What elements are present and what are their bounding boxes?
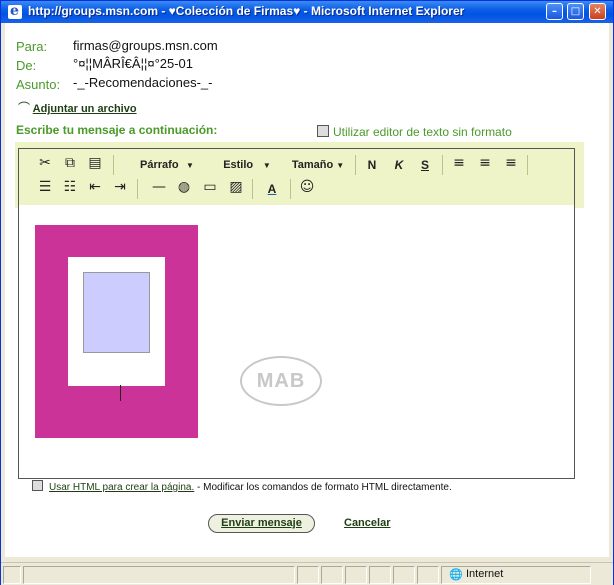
align-right-icon[interactable]: ≡	[502, 155, 520, 175]
italic-button[interactable]: K	[390, 155, 408, 175]
page-status-icon	[3, 566, 21, 584]
paragraph-dropdown[interactable]: Párrafo ▼	[132, 155, 202, 175]
text-cursor	[120, 385, 121, 401]
formatting-toolbar: ✂ ⧉ ▤ Párrafo ▼ Estilo ▼ Tamaño ▼ N K S …	[19, 149, 574, 205]
message-editor[interactable]: ✂ ⧉ ▤ Párrafo ▼ Estilo ▼ Tamaño ▼ N K S …	[18, 148, 575, 479]
send-message-button[interactable]: Enviar mensaje	[208, 514, 315, 533]
emoticon-icon[interactable]: ☺	[298, 179, 316, 199]
browser-window: e http://groups.msn.com - ♥Colección de …	[0, 0, 614, 585]
minimize-icon[interactable]: –	[546, 3, 563, 20]
html-option-description: - Modificar los comandos de formato HTML…	[194, 482, 452, 493]
paragraph-label: Párrafo	[140, 159, 179, 171]
toolbar-separator	[355, 155, 356, 175]
status-cell	[393, 566, 415, 584]
horizontal-rule-icon[interactable]: —	[150, 179, 168, 199]
cancel-link[interactable]: Cancelar	[344, 517, 390, 529]
size-label: Tamaño	[291, 159, 334, 171]
paste-icon[interactable]: ▤	[86, 155, 104, 175]
signature-frame	[35, 225, 198, 438]
globe-icon: 🌐	[449, 569, 463, 581]
chevron-down-icon: ▼	[181, 161, 194, 170]
status-cell	[417, 566, 439, 584]
status-cell	[369, 566, 391, 584]
plain-text-checkbox[interactable]	[317, 125, 329, 137]
to-value: firmas@groups.msn.com	[73, 38, 218, 53]
status-cell	[297, 566, 319, 584]
chevron-down-icon: ▼	[336, 161, 345, 170]
status-bar: 🌐 Internet	[1, 562, 613, 585]
html-checkbox[interactable]	[32, 480, 43, 491]
subject-label: Asunto:	[16, 77, 61, 92]
copy-icon[interactable]: ⧉	[61, 155, 79, 175]
toolbar-separator	[137, 179, 138, 199]
bold-button[interactable]: N	[363, 155, 381, 175]
numbered-list-icon[interactable]: ☰	[36, 179, 54, 199]
security-zone-cell	[441, 566, 591, 584]
chevron-down-icon: ▼	[256, 161, 271, 170]
image-icon[interactable]: ▨	[227, 179, 245, 199]
cut-icon[interactable]: ✂	[36, 155, 54, 175]
outdent-icon[interactable]: ⇤	[86, 179, 104, 199]
mab-watermark-logo: MAB	[240, 356, 322, 406]
toolbar-separator	[252, 179, 253, 199]
html-mode-link[interactable]: Usar HTML para crear la página.	[49, 482, 194, 493]
toolbar-separator	[113, 155, 114, 175]
plain-text-label: Utilizar editor de texto sin formato	[333, 125, 512, 139]
status-cell	[345, 566, 367, 584]
link-globe-icon[interactable]: ◍	[175, 179, 193, 199]
toolbar-separator	[290, 179, 291, 199]
zone-label: Internet	[466, 568, 504, 580]
status-cell	[321, 566, 343, 584]
toolbar-separator	[527, 155, 528, 175]
bullet-list-icon[interactable]: ☷	[61, 179, 79, 199]
page-content: Para: firmas@groups.msn.com De: °¤¦¦MÂRÎ…	[5, 23, 609, 557]
message-prompt: Escribe tu mensaje a continuación:	[16, 123, 218, 137]
from-label: De:	[16, 58, 37, 73]
html-option: Usar HTML para crear la página. - Modifi…	[32, 480, 452, 493]
style-dropdown[interactable]: Estilo ▼	[215, 155, 279, 175]
maximize-icon[interactable]: □	[567, 3, 584, 20]
subject-field[interactable]: -_-Recomendaciones-_-	[73, 75, 212, 90]
attach-file-link[interactable]: ⌒ Adjuntar un archivo	[18, 99, 137, 116]
title-bar: e http://groups.msn.com - ♥Colección de …	[1, 1, 613, 23]
table-icon[interactable]: ▭	[201, 179, 219, 199]
from-value: °¤¦¦MÂRÎ€Â¦¦¤°25-01	[73, 56, 194, 71]
align-left-icon[interactable]: ≡	[450, 155, 468, 175]
style-label: Estilo	[223, 159, 254, 171]
plain-text-option[interactable]: Utilizar editor de texto sin formato	[317, 125, 512, 139]
status-message-cell	[23, 566, 295, 584]
underline-button[interactable]: S	[416, 155, 434, 175]
close-icon[interactable]: ✕	[589, 3, 606, 20]
window-title: http://groups.msn.com - ♥Colección de Fi…	[28, 4, 465, 18]
toolbar-separator	[442, 155, 443, 175]
paperclip-icon: ⌒	[18, 101, 31, 115]
signature-image-placeholder	[83, 272, 150, 353]
align-center-icon[interactable]: ≡	[476, 155, 494, 175]
size-dropdown[interactable]: Tamaño ▼	[287, 155, 349, 175]
indent-icon[interactable]: ⇥	[111, 179, 129, 199]
font-color-icon[interactable]: A	[263, 179, 281, 199]
to-label: Para:	[16, 39, 48, 54]
signature-inner-frame	[68, 257, 165, 401]
attach-file-label: Adjuntar un archivo	[32, 103, 137, 115]
ie-icon: e	[8, 3, 22, 19]
